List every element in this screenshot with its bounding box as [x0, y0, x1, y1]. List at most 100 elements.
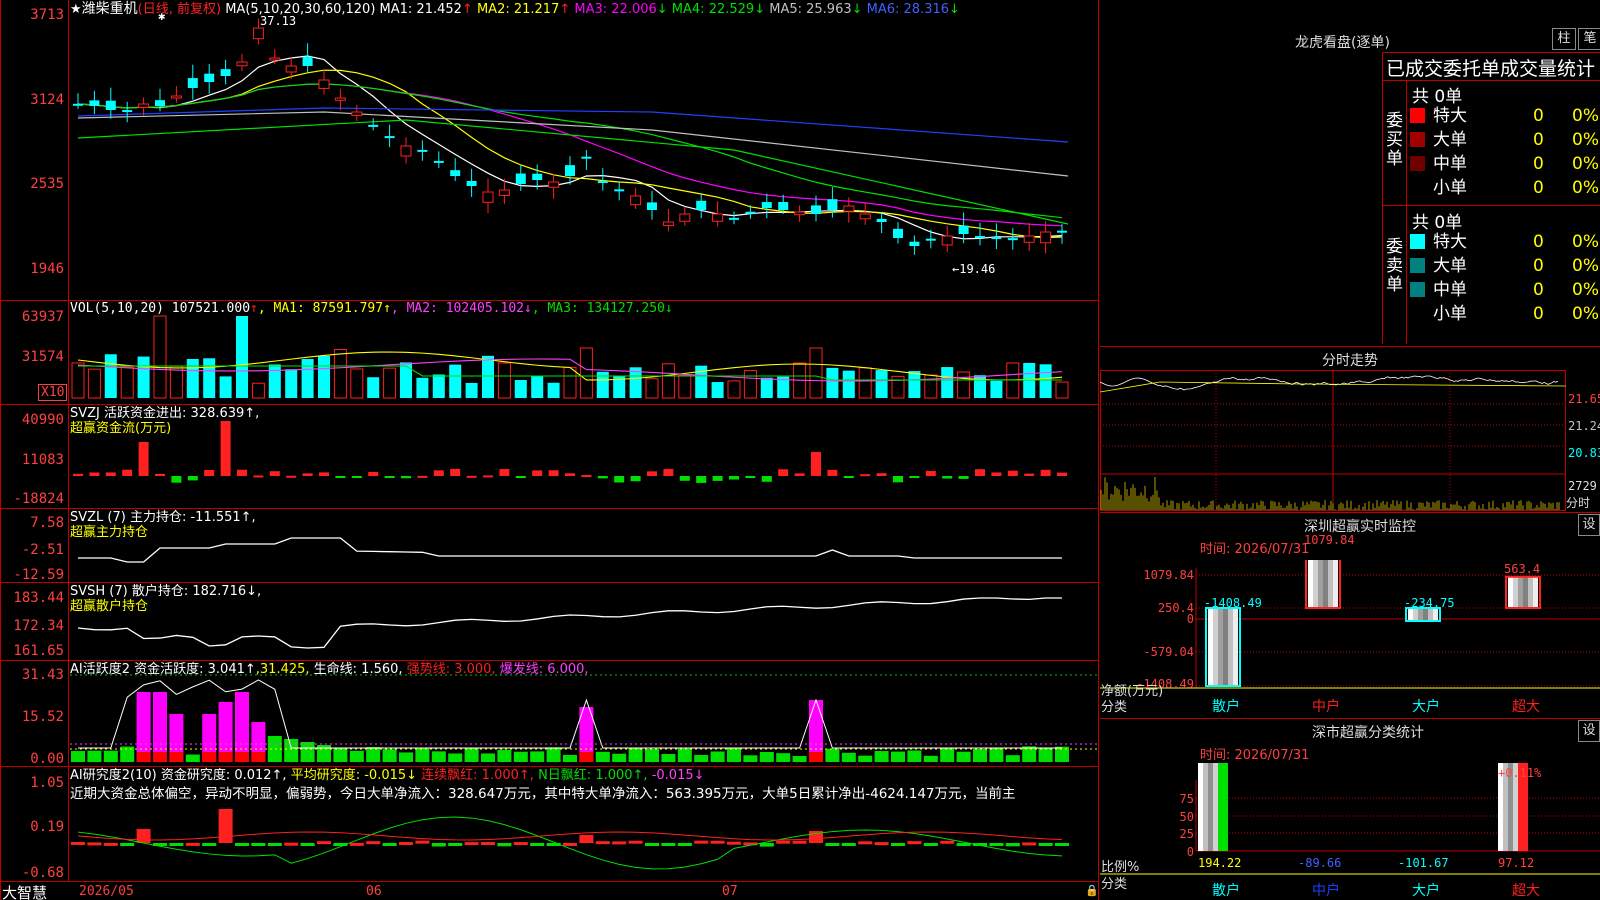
svzj-bar [696, 476, 707, 483]
ai1-bar [153, 692, 167, 762]
y-label: 3713 [30, 7, 64, 23]
candle-up [794, 211, 806, 216]
ai2-bar [513, 842, 528, 846]
bar-stripe [1228, 608, 1233, 686]
divider [1100, 512, 1600, 513]
stock-name[interactable]: 潍柴重机 [82, 1, 138, 17]
bar-stripe [1313, 560, 1318, 608]
y-label: -18824 [13, 491, 64, 507]
intraday-chart[interactable] [1100, 370, 1600, 518]
volume-bar [563, 366, 577, 399]
y-label: 183.44 [13, 590, 64, 606]
color-swatch [1410, 234, 1425, 249]
y-label: 161.65 [13, 643, 64, 659]
svzj-bar [187, 476, 198, 481]
y-label: 40990 [21, 412, 64, 428]
svzj-bar [466, 475, 477, 478]
candle-up [662, 221, 674, 227]
cls-cat: 分类 [1101, 877, 1128, 892]
svzj-bar [630, 476, 641, 482]
lock-icon[interactable]: 🔒 [1085, 884, 1099, 897]
volume-bar [957, 371, 971, 399]
ai1-bar [185, 754, 200, 762]
ai2-bar [727, 841, 741, 845]
volume-bar [809, 347, 823, 399]
ai1-bar [267, 736, 282, 762]
ai2-bar [628, 840, 643, 844]
color-swatch [1410, 156, 1425, 171]
ai1-bar-red [235, 752, 249, 762]
volume-bar [1039, 364, 1052, 398]
color-swatch [1410, 306, 1425, 321]
candle-up [318, 79, 330, 89]
bar-stripe [1213, 608, 1218, 686]
svzj-bar [204, 470, 215, 476]
chart-area[interactable]: ✱ [0, 0, 1100, 900]
vol-unit-badge: X10 [38, 384, 68, 401]
svzj-bar [548, 470, 559, 476]
candle-down [975, 235, 985, 238]
volume-bar [875, 370, 888, 398]
volume-bar [186, 358, 199, 398]
candle-down [204, 73, 215, 82]
cls-y-label: 25 [1179, 827, 1194, 841]
svzj-bar [991, 472, 1002, 476]
volume-bar [858, 367, 872, 399]
candle-down [925, 238, 936, 241]
ai1-title: AI活跃度2 资金活跃度: 3.041↑ [70, 662, 256, 677]
cls-y-label: 50 [1179, 810, 1194, 824]
svzj-bar [729, 476, 739, 480]
svzj-bar [1024, 473, 1035, 476]
sell-row: 小单 0 0% [1410, 302, 1600, 326]
svzj-bar [1040, 469, 1051, 476]
bar-stripe [1528, 576, 1533, 608]
ma-arrow: ↓ [754, 2, 766, 17]
candle-down [893, 228, 903, 238]
svzj-bar [450, 469, 461, 476]
volume-bar [842, 370, 855, 398]
svzj-bar [122, 469, 133, 476]
fs-vol-unit: 分时 [1566, 496, 1591, 510]
class-settings-button[interactable]: 设 [1578, 720, 1600, 742]
svzj-bars [73, 421, 1067, 483]
monitor-category: 大户 [1412, 699, 1440, 715]
monitor-value: 1079.84 [1304, 533, 1355, 548]
ai2-bar [71, 841, 85, 845]
ai1-bar [431, 751, 446, 762]
vol-ma-value: , MA3: 134127.250↓ [531, 301, 673, 316]
monitor-category: 超大 [1512, 699, 1540, 715]
bar-mode-button[interactable]: 柱 [1552, 28, 1576, 50]
y-label: -2.51 [21, 542, 64, 558]
vol-ma-value: , MA2: 102405.102↓ [390, 301, 532, 316]
y-label: 7.58 [30, 515, 64, 531]
volume-bar [908, 371, 921, 398]
order-stats-header: 已成交委托单成交量统计 [1386, 58, 1596, 80]
pen-mode-button[interactable]: 笔 [1578, 28, 1600, 50]
x-label: 06 [366, 884, 382, 899]
candle-up [941, 235, 953, 246]
candle-down [532, 173, 543, 180]
row-label: 小单 [1433, 304, 1467, 324]
monitor-settings-button[interactable]: 设 [1578, 514, 1600, 536]
svzj-bar [827, 469, 838, 476]
row-count: 0 [1533, 304, 1544, 324]
ai1-bar [841, 752, 856, 762]
ai2-bar [284, 842, 299, 846]
svzj-bar [679, 476, 690, 481]
svzj-bar [73, 473, 83, 476]
svzj-bar [253, 475, 264, 478]
bar-stripe [1223, 608, 1228, 686]
ai2-bar [235, 843, 249, 846]
divider [1100, 346, 1600, 347]
period-label[interactable]: (日线, 前复权) [138, 2, 221, 17]
ai1-v2: ,31.425, [255, 662, 310, 677]
svzj-bar [220, 421, 231, 476]
ma-arrow: ↓ [949, 2, 960, 17]
mon-cat: 分类 [1101, 700, 1128, 715]
ai2-bar [694, 840, 709, 844]
svzj-bar [532, 470, 543, 476]
ai1-bar [792, 755, 807, 762]
fs-y-label: 21.24 [1568, 419, 1600, 433]
ai2-bar [579, 835, 594, 843]
ai1-bar [120, 746, 135, 762]
